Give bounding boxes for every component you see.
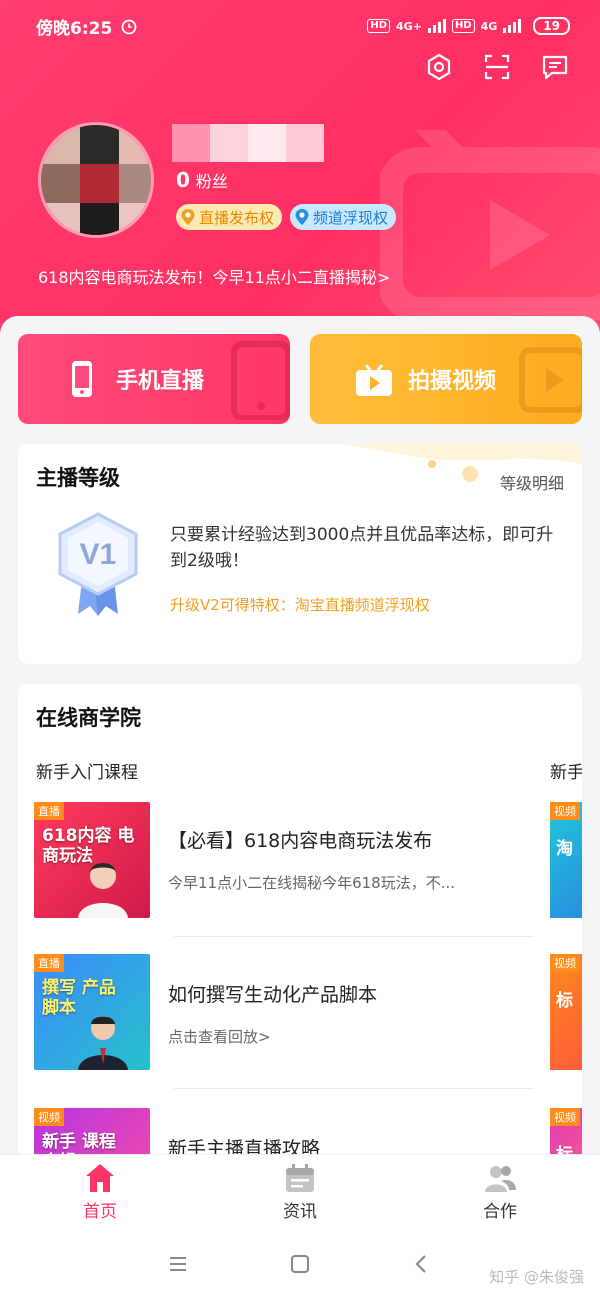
menu-icon[interactable] (167, 1253, 189, 1275)
fans-number: 0 (176, 168, 190, 192)
course-tag: 直播 (34, 954, 64, 972)
course-cover-text: 新手 课程合辑 (42, 1132, 116, 1156)
settings-icon[interactable] (424, 52, 454, 82)
play-watermark-icon (519, 347, 582, 413)
profile-header: 傍晚6:25 HD 4G+ HD 4G 19 0 粉丝 直播发布权 频道浮现权 … (0, 0, 600, 340)
presenter-image (78, 1016, 128, 1070)
course-subtitle[interactable]: 点击查看回放> (168, 1026, 518, 1047)
level-card-title: 主播等级 (36, 466, 120, 490)
course-title[interactable]: 【必看】618内容电商玩法发布 (168, 826, 432, 853)
level-badge-icon: V1 (58, 512, 138, 616)
tab-news[interactable]: 资讯 (200, 1155, 400, 1228)
fans-label: 粉丝 (195, 172, 228, 191)
academy-title: 在线商学院 (36, 706, 141, 730)
phone-icon (72, 361, 92, 397)
course-thumbnail[interactable]: 直播 撰写 产品脚本 (34, 954, 150, 1070)
tab-cooperation-label: 合作 (483, 1202, 517, 1222)
section-next-peek[interactable]: 新手 (550, 758, 582, 783)
presenter-image (78, 863, 128, 918)
level-description: 只要累计经验达到3000点并且优品率达标，即可升到2级哦！ (170, 525, 554, 571)
home-icon (86, 1164, 114, 1192)
location-pin-icon (181, 209, 195, 225)
tag-channel-surface[interactable]: 频道浮现权 (290, 204, 397, 230)
tv-logo-watermark-icon (380, 130, 600, 320)
watermark: 知乎 @朱俊强 (489, 1268, 584, 1286)
location-pin-icon (295, 209, 309, 225)
news-icon (286, 1164, 314, 1192)
signal-icon-2 (503, 19, 522, 33)
level-badge-text: V1 (80, 538, 117, 571)
shoot-video-button[interactable]: 拍摄视频 (310, 334, 582, 424)
home-square-icon[interactable] (289, 1253, 311, 1275)
peek-cover-text: 标 (556, 991, 573, 1011)
tab-news-label: 资讯 (283, 1202, 317, 1222)
peek-tag: 视频 (550, 802, 580, 820)
divider (174, 936, 534, 937)
mobile-live-button[interactable]: 手机直播 (18, 334, 290, 424)
level-detail-link[interactable]: 等级明细 (500, 470, 564, 494)
alarm-icon (121, 19, 137, 35)
tab-cooperation[interactable]: 合作 (400, 1155, 600, 1228)
peek-cover-text: 淘 (556, 839, 573, 859)
course-thumbnail[interactable]: 直播 618内容 电商玩法 (34, 802, 150, 918)
bottom-tab-bar: 首页 资讯 合作 (0, 1154, 600, 1228)
shoot-video-label: 拍摄视频 (408, 369, 497, 394)
back-icon[interactable] (411, 1253, 433, 1275)
next-column-thumbnail[interactable]: 视频 标 (550, 954, 582, 1070)
video-camera-icon (356, 364, 392, 396)
tag-label: 频道浮现权 (313, 208, 389, 227)
status-time: 傍晚6:25 (36, 18, 113, 39)
course-thumbnail[interactable]: 视频 新手 课程合辑 (34, 1108, 150, 1156)
hd-badge: HD (367, 19, 391, 33)
hd-badge-2: HD (451, 19, 475, 33)
phone-watermark-icon (231, 341, 290, 420)
course-tag: 直播 (34, 802, 64, 820)
section-beginner-courses[interactable]: 新手入门课程 (36, 758, 138, 783)
people-icon (485, 1166, 516, 1192)
network-label-2: 4G (480, 19, 498, 33)
battery-icon: 19 (533, 17, 570, 35)
avatar[interactable] (38, 122, 154, 238)
online-academy-card: 在线商学院 新手入门课程 新手 直播 618内容 电商玩法 【必看】618内容电… (18, 684, 582, 1156)
username-redacted (172, 124, 324, 162)
message-icon[interactable] (540, 52, 570, 82)
course-subtitle: 今早11点小二在线揭秘今年618玩法，不... (168, 874, 456, 892)
tag-live-publish[interactable]: 直播发布权 (176, 204, 283, 230)
level-perk: 升级V2可得特权：淘宝直播频道浮现权 (170, 596, 430, 614)
course-tag: 视频 (34, 1108, 64, 1126)
system-navigation-bar (0, 1228, 600, 1300)
main-panel: 手机直播 拍摄视频 主播等级 等级明细 V1 只要累计经验达到3000点并且优品… (0, 316, 600, 1156)
next-column-thumbnail[interactable]: 视频 标 (550, 1108, 582, 1156)
fans-count: 0 粉丝 (176, 168, 228, 192)
mobile-live-label: 手机直播 (116, 369, 205, 394)
peek-tag: 视频 (550, 1108, 580, 1126)
announcement-link[interactable]: 618内容电商玩法发布！今早11点小二直播揭秘> (38, 264, 390, 288)
tab-home-label: 首页 (83, 1202, 117, 1222)
signal-icon (427, 19, 446, 33)
network-label: 4G+ (396, 19, 422, 33)
divider (174, 1088, 534, 1089)
tab-home[interactable]: 首页 (0, 1155, 200, 1228)
course-title[interactable]: 新手主播直播攻略 (168, 1134, 320, 1156)
status-bar: 傍晚6:25 HD 4G+ HD 4G 19 (36, 12, 570, 40)
anchor-level-card: 主播等级 等级明细 V1 只要累计经验达到3000点并且优品率达标，即可升到2级… (18, 444, 582, 664)
tag-label: 直播发布权 (199, 208, 275, 227)
scan-icon[interactable] (482, 52, 512, 82)
next-column-thumbnail[interactable]: 视频 淘 (550, 802, 582, 918)
course-title[interactable]: 如何撰写生动化产品脚本 (168, 980, 377, 1007)
peek-tag: 视频 (550, 954, 580, 972)
